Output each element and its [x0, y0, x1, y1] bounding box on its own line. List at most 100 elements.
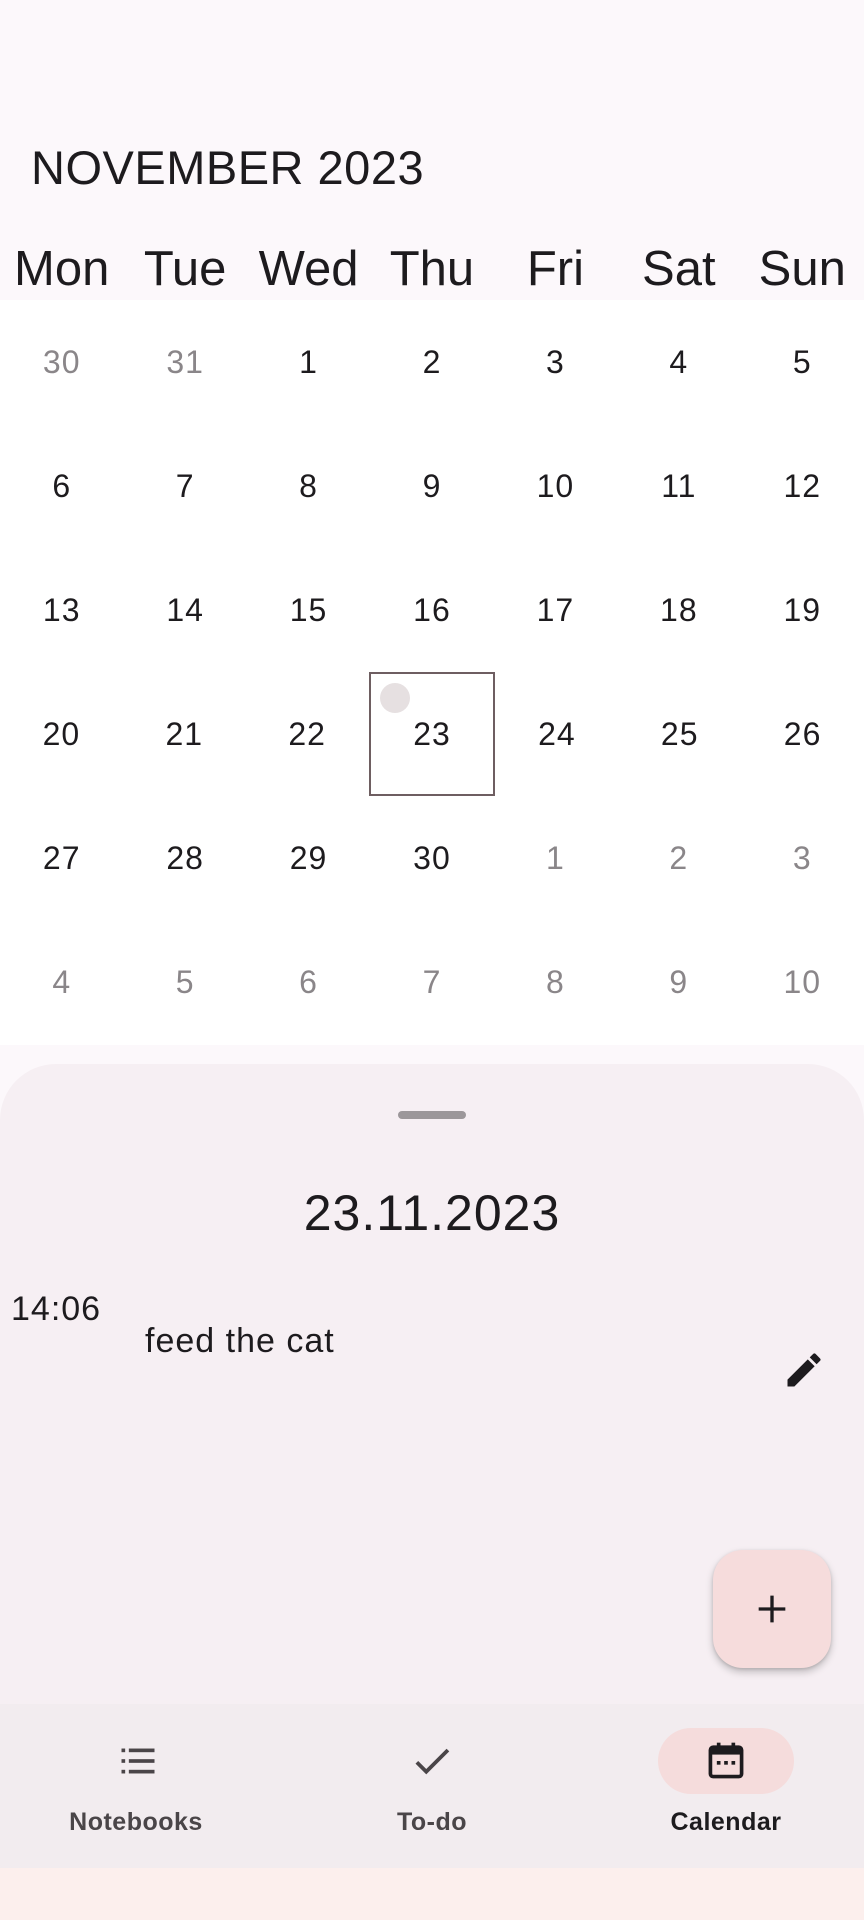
day-number: 29 — [289, 839, 328, 876]
nav-notebooks-pill — [70, 1728, 206, 1794]
day-cell[interactable]: 1 — [247, 300, 370, 424]
day-number: 25 — [660, 715, 699, 752]
day-number: 3 — [546, 343, 565, 380]
day-cell[interactable]: 28 — [123, 796, 246, 920]
day-number: 19 — [783, 591, 822, 628]
day-number: 26 — [783, 715, 822, 752]
day-cell[interactable]: 2 — [370, 300, 493, 424]
day-cell[interactable]: 9 — [617, 920, 740, 1044]
day-cell[interactable]: 9 — [370, 424, 493, 548]
day-cell[interactable]: 16 — [370, 548, 493, 672]
day-cell-selected[interactable]: 23 — [368, 672, 496, 796]
day-number: 7 — [175, 467, 195, 504]
nav-calendar-label: Calendar — [670, 1808, 782, 1836]
day-cell[interactable]: 7 — [370, 920, 493, 1044]
day-cell[interactable]: 15 — [247, 548, 370, 672]
day-cell[interactable]: 17 — [494, 548, 617, 672]
day-cell[interactable]: 5 — [741, 300, 864, 424]
day-cell[interactable]: 22 — [246, 672, 369, 796]
day-cell[interactable]: 30 — [0, 300, 123, 424]
day-cell[interactable]: 31 — [123, 300, 246, 424]
day-number: 22 — [288, 715, 326, 752]
entry-text[interactable]: feed the cat — [145, 1322, 335, 1361]
weekday-header-row: Mon Tue Wed Thu Fri Sat Sun — [0, 238, 864, 300]
day-number: 5 — [175, 963, 195, 1000]
nav-todo[interactable]: To-do — [322, 1704, 522, 1868]
weekday-tue: Tue — [143, 242, 227, 296]
day-cell[interactable]: 19 — [741, 548, 864, 672]
day-cell[interactable]: 3 — [741, 796, 864, 920]
day-detail-sheet: 23.11.2023 14:06 feed the cat — [0, 1064, 864, 1704]
day-cell[interactable]: 11 — [617, 424, 740, 548]
weekday-fri: Fri — [526, 242, 584, 296]
day-number: 15 — [289, 591, 328, 628]
day-number: 30 — [413, 839, 451, 876]
day-cell[interactable]: 21 — [123, 672, 246, 796]
weekday-sat: Sat — [642, 242, 716, 296]
calendar-week-row: 30 31 1 2 3 4 5 — [0, 300, 864, 424]
day-number: 6 — [299, 963, 318, 1000]
day-cell[interactable]: 29 — [247, 796, 370, 920]
calendar-grid: 30 31 1 2 3 4 5 6 7 8 9 10 11 12 13 14 15 16 17 18 19 20 21 22 2… — [0, 300, 864, 1045]
day-cell[interactable]: 18 — [617, 548, 740, 672]
day-number: 1 — [299, 343, 318, 380]
calendar-screen: NOVEMBER 2023 Mon Tue Wed Thu Fri Sat Su… — [0, 0, 864, 1920]
list-icon — [121, 1748, 155, 1774]
day-number: 27 — [42, 839, 81, 876]
day-number: 9 — [669, 963, 689, 1000]
day-number: 2 — [422, 343, 442, 380]
day-cell[interactable]: 26 — [741, 672, 864, 796]
day-number: 10 — [783, 963, 822, 1000]
day-cell[interactable]: 3 — [494, 300, 617, 424]
day-cell[interactable]: 2 — [617, 796, 740, 920]
day-cell[interactable]: 24 — [495, 672, 618, 796]
day-cell[interactable]: 7 — [123, 424, 246, 548]
day-number: 1 — [546, 839, 565, 876]
day-cell[interactable]: 27 — [0, 796, 123, 920]
add-entry-button[interactable] — [713, 1550, 831, 1668]
day-cell[interactable]: 6 — [247, 920, 370, 1044]
calendar-week-row: 6 7 8 9 10 11 12 — [0, 424, 864, 548]
day-number: 13 — [42, 591, 81, 628]
day-number: 17 — [536, 591, 575, 628]
calendar-week-row: 13 14 15 16 17 18 19 — [0, 548, 864, 672]
day-number: 18 — [660, 591, 698, 628]
day-number: 10 — [536, 467, 575, 504]
day-cell[interactable]: 13 — [0, 548, 123, 672]
day-number: 14 — [166, 591, 204, 628]
edit-entry-button[interactable] — [778, 1344, 830, 1396]
day-number: 21 — [165, 715, 204, 752]
day-cell[interactable]: 8 — [494, 920, 617, 1044]
day-cell[interactable]: 30 — [370, 796, 493, 920]
nav-calendar[interactable]: Calendar — [616, 1704, 816, 1868]
day-cell[interactable]: 5 — [123, 920, 246, 1044]
day-number: 3 — [792, 839, 812, 876]
sheet-drag-handle[interactable] — [398, 1111, 466, 1119]
day-number: 28 — [166, 839, 204, 876]
day-number: 4 — [669, 343, 689, 380]
day-cell[interactable]: 1 — [494, 796, 617, 920]
nav-notebooks[interactable]: Notebooks — [28, 1704, 228, 1868]
day-cell[interactable]: 10 — [494, 424, 617, 548]
day-cell[interactable]: 25 — [618, 672, 741, 796]
weekday-sun: Sun — [758, 242, 846, 296]
day-number: 24 — [538, 715, 576, 752]
bottom-navigation: Notebooks To-do Calendar — [0, 1704, 864, 1868]
nav-todo-label: To-do — [396, 1808, 468, 1836]
entry-time: 14:06 — [11, 1290, 102, 1328]
day-cell[interactable]: 4 — [617, 300, 740, 424]
day-cell[interactable]: 12 — [741, 424, 864, 548]
day-cell[interactable]: 8 — [247, 424, 370, 548]
day-cell[interactable]: 4 — [0, 920, 123, 1044]
day-cell[interactable]: 10 — [741, 920, 864, 1044]
weekday-wed: Wed — [258, 242, 359, 296]
day-number: 7 — [422, 963, 442, 1000]
day-number: 8 — [299, 467, 318, 504]
day-cell[interactable]: 20 — [0, 672, 123, 796]
calendar-icon — [708, 1742, 744, 1779]
day-cell[interactable]: 6 — [0, 424, 123, 548]
nav-calendar-pill — [658, 1728, 794, 1794]
day-cell[interactable]: 14 — [123, 548, 246, 672]
plus-icon — [758, 1595, 786, 1623]
day-number: 2 — [669, 839, 689, 876]
